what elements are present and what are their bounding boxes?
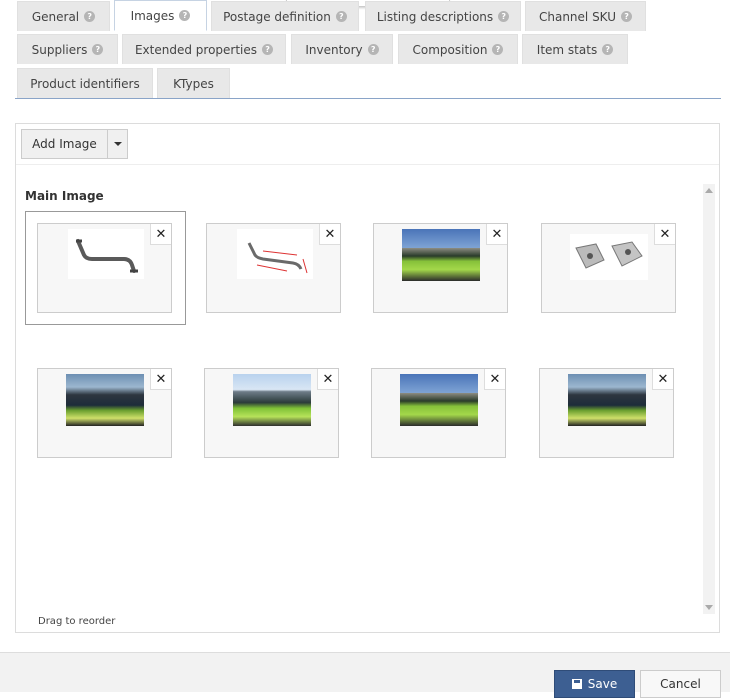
close-icon[interactable]: ✕	[150, 369, 171, 390]
brackets-image	[575, 241, 643, 269]
product-image	[237, 229, 313, 279]
tab-label: Listing descriptions	[376, 9, 494, 24]
caret-down-icon	[113, 142, 122, 146]
tab-label: Extended properties	[134, 42, 258, 57]
tab-strip: General ? Images ? Postage definition ? …	[0, 0, 730, 100]
image-thumbnail[interactable]: ✕	[37, 223, 172, 313]
tab-label: Item stats	[536, 42, 598, 57]
toolbar-divider	[16, 164, 719, 165]
add-image-dropdown-button[interactable]	[107, 129, 128, 159]
help-icon[interactable]: ?	[84, 11, 96, 22]
help-icon[interactable]: ?	[92, 44, 104, 55]
tab-ktypes[interactable]: KTypes	[157, 68, 230, 98]
scrollbar[interactable]	[703, 184, 715, 614]
image-thumbnail[interactable]: ✕	[539, 368, 674, 458]
close-icon[interactable]: ✕	[319, 224, 340, 245]
tab-label: Suppliers	[31, 42, 88, 57]
help-icon[interactable]: ?	[262, 44, 274, 55]
help-icon[interactable]: ?	[179, 10, 191, 21]
tab-postage-definition[interactable]: Postage definition ?	[211, 1, 359, 31]
tab-label: General	[31, 9, 80, 24]
floppy-disk-icon	[571, 679, 582, 689]
tab-listing-descriptions[interactable]: Listing descriptions ?	[365, 1, 521, 31]
vehicle-image	[66, 374, 144, 426]
close-icon[interactable]: ✕	[317, 369, 338, 390]
help-icon[interactable]: ?	[498, 11, 510, 22]
help-icon[interactable]: ?	[602, 44, 614, 55]
close-icon[interactable]: ✕	[150, 224, 171, 245]
tab-underline	[15, 98, 721, 99]
tab-images[interactable]: Images ?	[114, 0, 207, 31]
vehicle-image	[400, 374, 478, 426]
tab-general[interactable]: General ?	[17, 1, 110, 31]
tab-extended-properties[interactable]: Extended properties ?	[122, 34, 286, 64]
main-image-label: Main Image	[25, 189, 104, 203]
footer-bar: Save Cancel	[0, 652, 730, 698]
tab-item-stats[interactable]: Item stats ?	[522, 34, 628, 64]
tab-product-identifiers[interactable]: Product identifiers	[17, 68, 153, 98]
tab-label: Postage definition	[223, 9, 331, 24]
save-button[interactable]: Save	[554, 670, 635, 698]
help-icon[interactable]: ?	[335, 11, 347, 22]
help-icon[interactable]: ?	[621, 11, 633, 22]
tab-label: KTypes	[173, 76, 214, 91]
vehicle-image	[402, 229, 480, 281]
product-image	[68, 229, 144, 279]
help-icon[interactable]: ?	[492, 44, 504, 55]
help-icon[interactable]: ?	[367, 44, 379, 55]
roof-bar-dimensions-image	[247, 242, 308, 274]
product-image	[570, 234, 648, 280]
tab-suppliers[interactable]: Suppliers ?	[17, 34, 118, 64]
scroll-down-icon[interactable]	[705, 605, 713, 610]
image-thumbnail[interactable]: ✕	[541, 223, 676, 313]
save-label: Save	[587, 677, 618, 691]
tab-label: Inventory	[305, 42, 363, 57]
tab-label: Images	[130, 8, 175, 23]
close-icon[interactable]: ✕	[486, 224, 507, 245]
image-thumbnail[interactable]: ✕	[373, 223, 508, 313]
tab-label: Composition	[412, 42, 488, 57]
image-thumbnail[interactable]: ✕	[371, 368, 506, 458]
close-icon[interactable]: ✕	[484, 369, 505, 390]
add-image-button[interactable]: Add Image	[21, 129, 107, 159]
vehicle-image	[233, 374, 311, 426]
tab-inventory[interactable]: Inventory ?	[291, 34, 393, 64]
image-thumbnail[interactable]: ✕	[37, 368, 172, 458]
vehicle-image	[568, 374, 646, 426]
cancel-label: Cancel	[660, 677, 701, 691]
image-thumbnail[interactable]: ✕	[204, 368, 339, 458]
roof-bar-image	[76, 239, 138, 273]
tab-composition[interactable]: Composition ?	[398, 34, 518, 64]
add-image-label: Add Image	[32, 137, 97, 151]
close-icon[interactable]: ✕	[652, 369, 673, 390]
close-icon[interactable]: ✕	[654, 224, 675, 245]
tab-channel-sku[interactable]: Channel SKU ?	[525, 1, 646, 31]
tab-label: Product identifiers	[30, 76, 140, 91]
tab-label: Channel SKU	[538, 9, 617, 24]
drag-to-reorder-hint: Drag to reorder	[38, 616, 116, 627]
images-panel: Add Image Main Image ✕ ✕ ✕ ✕ ✕ ✕ ✕ ✕ Dra…	[15, 123, 720, 633]
scroll-up-icon[interactable]	[705, 188, 713, 193]
cancel-button[interactable]: Cancel	[640, 670, 721, 698]
image-thumbnail[interactable]: ✕	[206, 223, 341, 313]
